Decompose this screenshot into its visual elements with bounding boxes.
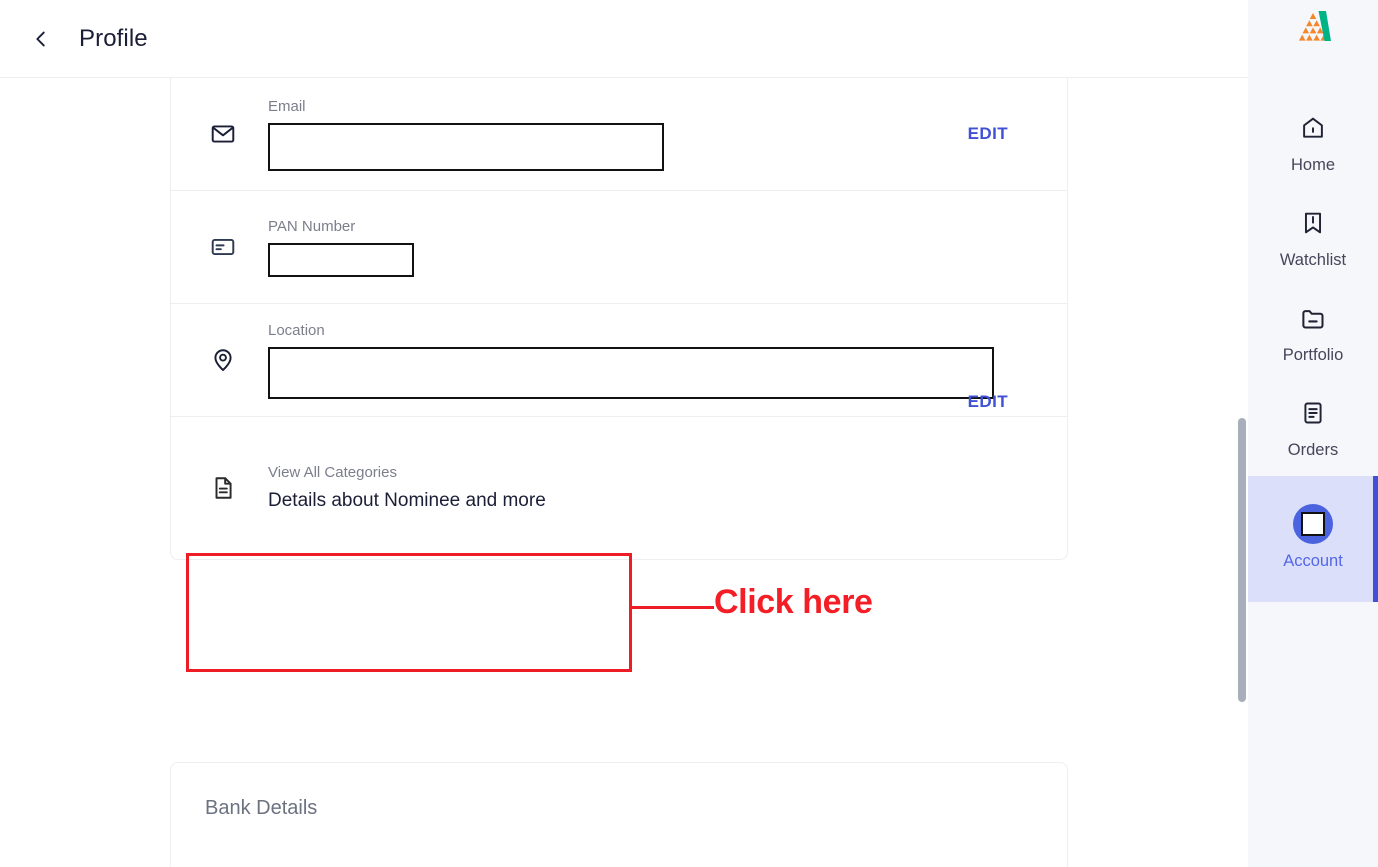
pan-redacted-value xyxy=(268,243,414,277)
groww-logo-icon[interactable] xyxy=(1248,0,1378,60)
back-button[interactable] xyxy=(24,22,58,56)
document-icon xyxy=(205,475,241,501)
active-indicator-bar xyxy=(1373,476,1378,602)
pan-number-value xyxy=(268,241,1033,277)
sidebar-item-account[interactable]: Account xyxy=(1248,476,1378,602)
sidebar-item-orders[interactable]: Orders xyxy=(1248,381,1378,476)
view-all-categories-sublabel: View All Categories xyxy=(268,463,397,481)
email-value xyxy=(268,121,1033,171)
sidebar-item-account-label: Account xyxy=(1283,551,1343,570)
id-card-icon xyxy=(205,234,241,260)
bank-details-card: Bank Details xyxy=(170,762,1068,867)
home-icon xyxy=(1300,112,1326,144)
annotation-click-here-text: Click here xyxy=(714,583,873,621)
profile-details-card: Email EDIT PAN Number Location EDIT View… xyxy=(170,78,1068,560)
sidebar-nav-list: Home Watchlist Portfolio Orders Account xyxy=(1248,96,1378,602)
categories-field-group: View All Categories Details about Nomine… xyxy=(268,462,1033,515)
avatar xyxy=(1293,503,1333,544)
location-value xyxy=(268,345,1033,399)
sidebar-item-home[interactable]: Home xyxy=(1248,96,1378,191)
avatar-icon xyxy=(1293,503,1333,544)
sidebar-item-portfolio[interactable]: Portfolio xyxy=(1248,286,1378,381)
bank-details-title: Bank Details xyxy=(205,797,318,819)
right-sidebar: Home Watchlist Portfolio Orders Account xyxy=(1248,0,1378,867)
sidebar-item-orders-label: Orders xyxy=(1287,441,1339,459)
sidebar-item-portfolio-label: Portfolio xyxy=(1282,346,1344,364)
orders-icon xyxy=(1300,397,1326,429)
location-label: Location xyxy=(268,322,325,339)
app-root: Profile Email EDIT PAN Number Location E… xyxy=(0,0,1378,867)
folder-icon xyxy=(1300,302,1327,334)
email-label: Email xyxy=(268,98,306,115)
location-pin-icon xyxy=(205,347,241,373)
scroll-body: Email EDIT PAN Number Location EDIT View… xyxy=(0,78,1248,867)
envelope-icon xyxy=(205,121,241,147)
pan-number-label: PAN Number xyxy=(268,218,356,235)
edit-email-button[interactable]: EDIT xyxy=(968,124,1008,144)
bookmark-icon xyxy=(1300,207,1326,239)
main-content-region: Profile Email EDIT PAN Number Location E… xyxy=(0,0,1248,867)
view-all-categories-label: Details about Nominee and more xyxy=(268,489,546,511)
sidebar-item-watchlist-label: Watchlist xyxy=(1279,251,1347,269)
location-redacted-value xyxy=(268,347,994,399)
vertical-scrollbar-thumb[interactable] xyxy=(1238,418,1246,702)
email-redacted-value xyxy=(268,123,664,171)
edit-location-button[interactable]: EDIT xyxy=(968,392,1008,412)
sidebar-item-home-label: Home xyxy=(1290,156,1335,174)
page-title: Profile xyxy=(79,24,148,52)
sidebar-item-watchlist[interactable]: Watchlist xyxy=(1248,191,1378,286)
profile-row-pan-number: PAN Number xyxy=(171,191,1067,304)
pan-field-group: PAN Number xyxy=(268,217,1033,277)
annotation-connector-line xyxy=(632,606,714,609)
profile-row-location: Location EDIT xyxy=(171,304,1067,417)
email-field-group: Email xyxy=(268,97,1033,171)
location-field-group: Location xyxy=(268,321,1033,399)
avatar-redacted-image xyxy=(1301,511,1325,536)
page-header: Profile xyxy=(0,0,1248,78)
profile-row-email: Email EDIT xyxy=(171,78,1067,191)
chevron-left-icon xyxy=(30,28,52,50)
profile-row-view-all-categories[interactable]: View All Categories Details about Nomine… xyxy=(171,417,1067,559)
